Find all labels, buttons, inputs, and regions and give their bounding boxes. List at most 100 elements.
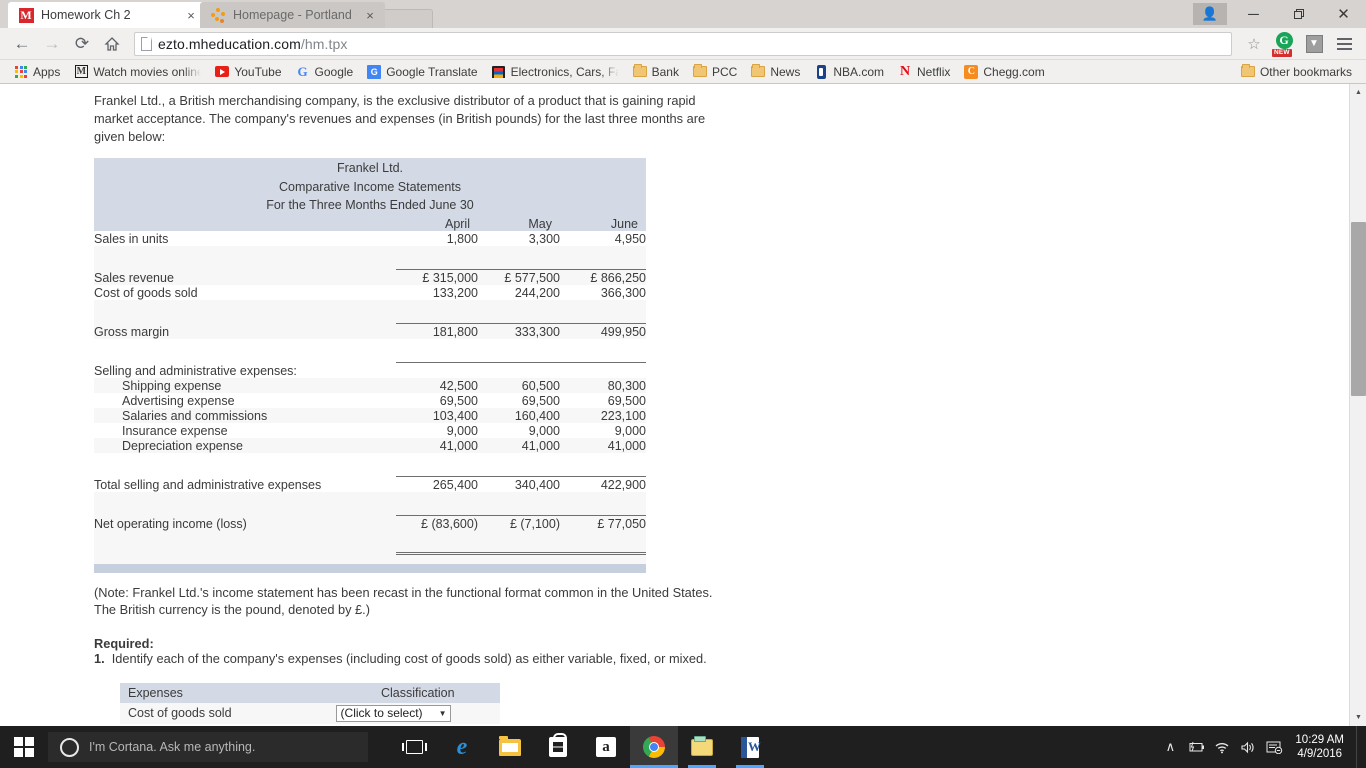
google-translate-icon: G (367, 64, 382, 79)
scrollbar-thumb[interactable] (1351, 222, 1366, 396)
bookmark-other-bookmarks[interactable]: Other bookmarks (1235, 63, 1358, 81)
tab-homework-ch-2[interactable]: M Homework Ch 2 × (8, 2, 206, 28)
row-value: 69,500 (521, 393, 560, 408)
bookmark-label: Netflix (917, 64, 951, 79)
row-label: Advertising expense (122, 393, 235, 408)
bookmark-chegg[interactable]: C Chegg.com (958, 63, 1050, 81)
row-value: £ 866,250 (590, 270, 646, 285)
new-tab-button[interactable] (381, 9, 433, 28)
nba-icon (814, 64, 828, 79)
page-viewport: Frankel Ltd., a British merchandising co… (0, 84, 1366, 726)
table-row: Sales revenue £ 315,000 £ 577,500 £ 866,… (94, 269, 646, 285)
answer-row-cost-of-goods-sold: Cost of goods sold (Click to select) ▼ (120, 702, 500, 724)
statement-title-line-3: For the Three Months Ended June 30 (94, 195, 646, 214)
forward-icon[interactable]: → (38, 30, 66, 58)
start-button[interactable] (0, 726, 48, 768)
row-value: 244,200 (514, 285, 560, 300)
row-label: Net operating income (loss) (94, 516, 247, 531)
taskbar-word[interactable]: W (726, 726, 774, 768)
close-icon[interactable]: × (184, 8, 198, 23)
bookmark-news[interactable]: News (745, 63, 806, 81)
row-value: 181,800 (432, 324, 478, 339)
table-row: Cost of goods sold 133,200 244,200 366,3… (94, 284, 646, 300)
taskbar-file-explorer[interactable] (486, 726, 534, 768)
cortana-search-box[interactable]: I'm Cortana. Ask me anything. (48, 732, 368, 762)
table-row: Net operating income (loss) £ (83,600) £… (94, 515, 646, 531)
bookmark-ebay[interactable]: Electronics, Cars, Fash (486, 63, 625, 81)
row-value: 133,200 (432, 285, 478, 300)
bookmark-label: PCC (711, 64, 738, 79)
chrome-icon (643, 736, 665, 758)
table-row: Total selling and administrative expense… (94, 476, 646, 492)
bookmark-pcc[interactable]: PCC (687, 63, 743, 81)
reload-icon[interactable]: ⟳ (68, 30, 96, 58)
profile-icon[interactable]: 👤 (1193, 3, 1227, 25)
scroll-up-icon[interactable]: ▲ (1350, 84, 1366, 101)
bookmark-label: Watch movies online f (93, 64, 202, 79)
bookmark-youtube[interactable]: YouTube (209, 63, 287, 81)
bookmark-label: Other bookmarks (1259, 64, 1352, 79)
row-label: Sales in units (94, 231, 169, 246)
page-scrollbar[interactable]: ▲ ▼ (1349, 84, 1366, 726)
close-button[interactable]: ✕ (1321, 0, 1366, 28)
taskbar-chrome[interactable] (630, 726, 678, 768)
close-icon[interactable]: × (363, 8, 377, 23)
show-hidden-icons[interactable]: ∧ (1157, 726, 1183, 768)
taskbar-clock[interactable]: 10:29 AM 4/9/2016 (1287, 733, 1356, 761)
window-controls: 👤 ─ ✕ (1193, 0, 1366, 28)
grammarly-new-badge: NEW (1272, 48, 1292, 57)
battery-icon[interactable] (1183, 726, 1209, 768)
column-header-june: June (560, 213, 646, 231)
wifi-icon[interactable] (1209, 726, 1235, 768)
tab-homepage-portland[interactable]: Homepage - Portland Co × (200, 2, 385, 28)
minimize-button[interactable]: ─ (1231, 0, 1276, 28)
row-value: 69,500 (439, 393, 478, 408)
taskbar-store[interactable] (534, 726, 582, 768)
scroll-down-icon[interactable]: ▼ (1350, 709, 1366, 726)
taskbar-edge[interactable]: e (438, 726, 486, 768)
bookmark-netflix[interactable]: N Netflix (892, 63, 956, 81)
bookmark-label: NBA.com (833, 64, 885, 79)
table-row: Sales in units 1,800 3,300 4,950 (94, 230, 646, 246)
table-row: Depreciation expense 41,000 41,000 41,00… (94, 437, 646, 453)
bookmark-watch-movies[interactable]: M Watch movies online f (68, 63, 207, 81)
maximize-button[interactable] (1276, 0, 1321, 28)
tab-title: Homework Ch 2 (41, 8, 131, 22)
row-label: Shipping expense (122, 378, 222, 393)
chrome-menu-icon[interactable] (1330, 30, 1358, 58)
required-item-1: 1. Identify each of the company's expens… (94, 651, 709, 667)
row-label: Insurance expense (122, 423, 228, 438)
action-center-icon[interactable] (1261, 726, 1287, 768)
amazon-icon: a (596, 737, 616, 757)
taskbar-amazon[interactable]: a (582, 726, 630, 768)
portland-dots-icon (210, 7, 226, 23)
address-bar[interactable]: ezto.mheducation.com/hm.tpx (134, 31, 1232, 56)
taskbar-files[interactable] (678, 726, 726, 768)
row-value: 103,400 (432, 408, 478, 423)
bookmark-star-icon[interactable]: ☆ (1240, 30, 1268, 58)
classification-select-cost-of-goods-sold[interactable]: (Click to select) ▼ (335, 704, 451, 722)
bookmark-nba[interactable]: NBA.com (808, 63, 890, 81)
row-value: 333,300 (514, 324, 560, 339)
system-tray: ∧ 10:29 AM 4/9/2016 (1157, 726, 1366, 768)
page-info-icon[interactable] (141, 36, 152, 51)
bookmark-apps[interactable]: Apps (8, 63, 66, 81)
back-icon[interactable]: ← (8, 30, 36, 58)
shield-extension-icon[interactable]: ▼ (1300, 30, 1328, 58)
url-text: ezto.mheducation.com/hm.tpx (158, 36, 347, 52)
row-label: Selling and administrative expenses: (94, 363, 297, 378)
volume-icon[interactable] (1235, 726, 1261, 768)
bookmark-google-translate[interactable]: G Google Translate (361, 63, 483, 81)
browser-window: M Homework Ch 2 × Homepage - Portland Co… (0, 0, 1366, 726)
row-value: 9,000 (614, 423, 646, 438)
youtube-icon (215, 65, 230, 79)
table-row: Gross margin 181,800 333,300 499,950 (94, 323, 646, 339)
bookmark-bank[interactable]: Bank (627, 63, 685, 81)
grammarly-extension-icon[interactable]: G NEW (1270, 30, 1298, 58)
row-label: Depreciation expense (122, 438, 243, 453)
row-value: 41,000 (521, 438, 560, 453)
home-icon[interactable] (98, 30, 126, 58)
taskbar-task-view[interactable] (390, 726, 438, 768)
bookmark-google[interactable]: G Google (290, 63, 360, 81)
show-desktop-button[interactable] (1356, 726, 1362, 768)
